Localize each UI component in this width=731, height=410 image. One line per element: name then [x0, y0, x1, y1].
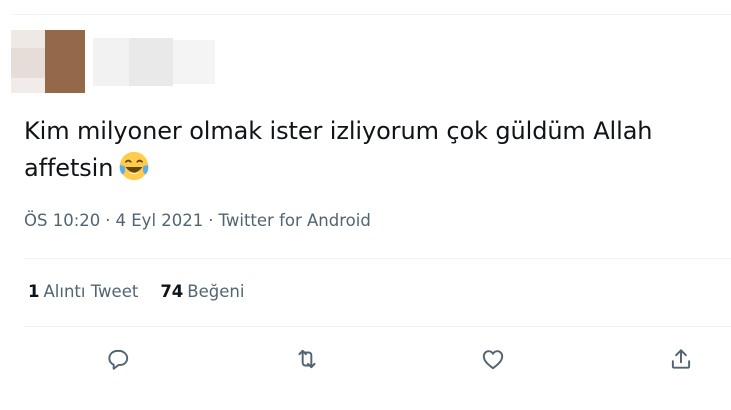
face-with-tears-of-joy-icon — [117, 149, 151, 183]
avatar-blur-block — [45, 30, 85, 93]
retweet-button[interactable] — [290, 342, 324, 376]
tweet-stats: 1 Alıntı Tweet 74 Beğeni — [28, 282, 266, 301]
avatar-blur-block — [11, 30, 45, 48]
tweet-time[interactable]: ÖS 10:20 — [24, 211, 100, 230]
like-stat[interactable]: 74 Beğeni — [160, 282, 244, 301]
tweet-source[interactable]: Twitter for Android — [219, 211, 371, 230]
tweet-text: Kim milyoner olmak ister izliyorum çok g… — [24, 114, 729, 186]
like-button[interactable] — [476, 342, 510, 376]
tweet-metadata: ÖS 10:20 · 4 Eyl 2021 · Twitter for Android — [24, 211, 371, 230]
like-count: 74 — [160, 282, 184, 301]
display-name-blur-block — [173, 40, 215, 84]
share-icon — [671, 349, 691, 369]
action-bar — [0, 342, 731, 378]
divider — [24, 326, 731, 327]
quote-count: 1 — [28, 282, 40, 301]
quote-label: Alıntı Tweet — [43, 282, 139, 301]
display-name-blur-block — [93, 38, 129, 86]
like-label: Beğeni — [187, 282, 245, 301]
display-name-blur-block — [129, 38, 173, 86]
avatar-blur-block — [11, 78, 45, 93]
share-button[interactable] — [664, 342, 698, 376]
separator: · — [208, 211, 214, 230]
like-icon — [482, 350, 504, 370]
tweet-detail: Kim milyoner olmak ister izliyorum çok g… — [0, 0, 731, 410]
retweet-icon — [298, 349, 316, 369]
reply-button[interactable] — [101, 342, 135, 376]
reply-icon — [108, 349, 129, 370]
blurred-user-header[interactable] — [11, 30, 221, 93]
tweet-date[interactable]: 4 Eyl 2021 — [116, 211, 204, 230]
top-divider — [12, 14, 731, 15]
divider — [24, 258, 731, 259]
quote-tweet-stat[interactable]: 1 Alıntı Tweet — [28, 282, 138, 301]
separator: · — [105, 211, 111, 230]
